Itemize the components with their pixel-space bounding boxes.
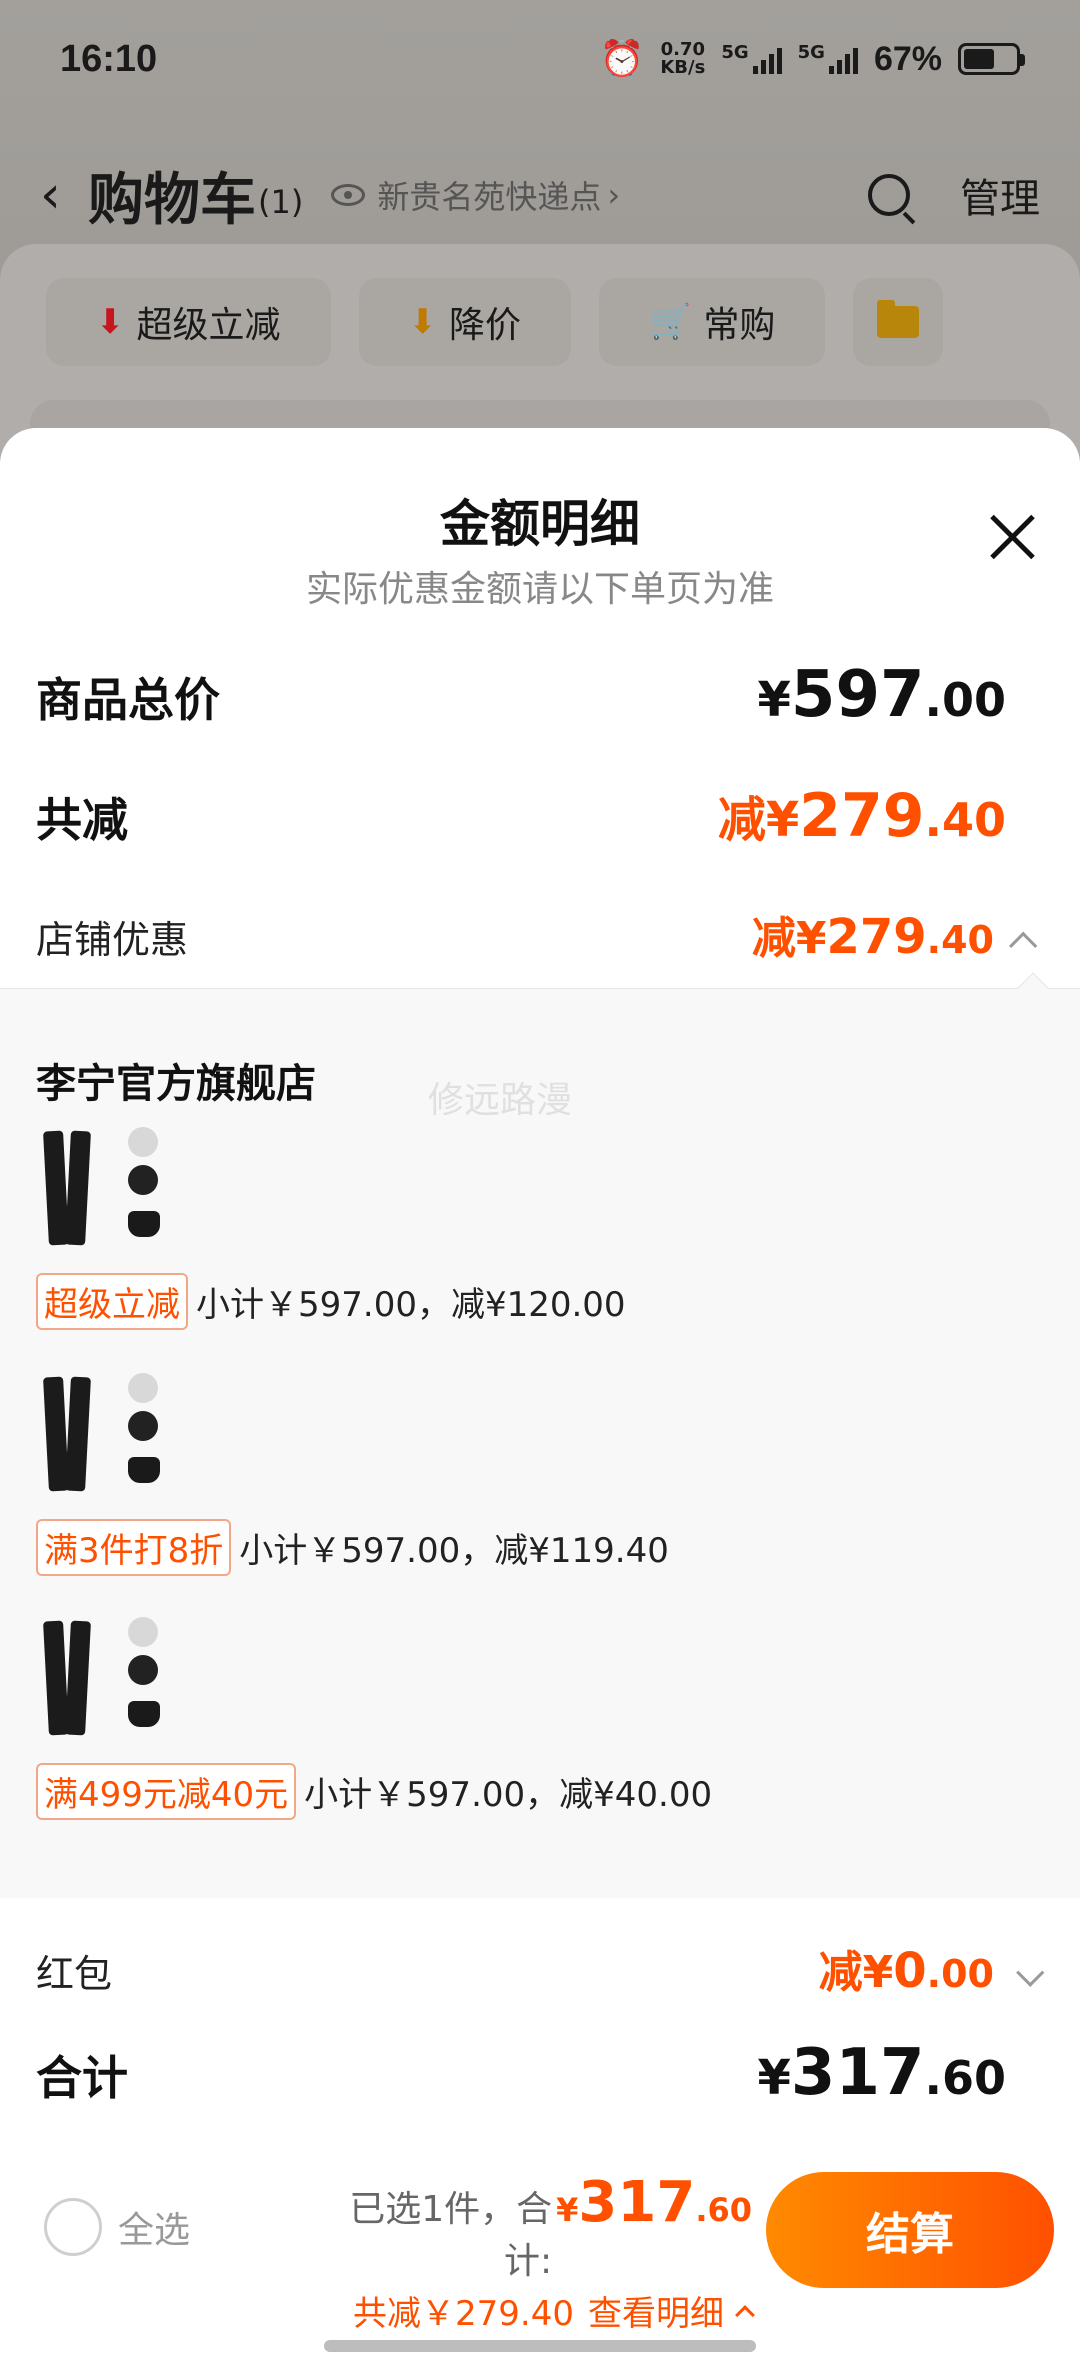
store-discount-value: 减¥279.40 xyxy=(751,909,994,965)
red-packet-label: 红包 xyxy=(36,1952,113,1996)
eye-icon xyxy=(331,184,366,206)
chevron-down-icon xyxy=(1016,1958,1045,1987)
close-icon[interactable] xyxy=(988,512,1036,560)
home-indicator[interactable] xyxy=(324,2340,756,2352)
filter-chip-folder[interactable] xyxy=(853,278,944,366)
total-price-row: 商品总价 ¥597.00 xyxy=(36,658,1044,732)
view-detail-label: 查看明细 xyxy=(588,2294,724,2334)
filter-chip-price-drop[interactable]: ⬇ 降价 xyxy=(358,278,572,366)
promo-line: 满3件打8折 小计￥597.00，减¥119.40 xyxy=(36,1519,1036,1576)
product-thumbnail xyxy=(36,1371,166,1501)
total-price-value: ¥597.00 xyxy=(757,658,1007,732)
discount-item: 超级立减 小计￥597.00，减¥120.00 xyxy=(36,1125,1036,1330)
detail-pointer xyxy=(1017,972,1049,1004)
store-discount-toggle[interactable]: 减¥279.40 xyxy=(752,902,1044,966)
sum-label: 合计 xyxy=(36,2051,128,2105)
product-thumbnail xyxy=(36,1615,166,1745)
status-bar: 16:10 ⏰ 0.70 KB/s 5G 5G 67% xyxy=(0,0,1080,118)
chevron-right-icon: › xyxy=(607,176,621,214)
amount-detail-sheet: 金额明细 实际优惠金额请以下单页为准 商品总价 ¥597.00 共减 减¥279… xyxy=(0,428,1080,2376)
folder-icon xyxy=(877,300,920,338)
status-icons: ⏰ 0.70 KB/s 5G 5G 67% xyxy=(599,38,1025,80)
store-name: 李宁官方旗舰店 xyxy=(36,1061,316,1107)
checkout-summary: 已选1件，合计: ¥317.60 共减￥279.40 查看明细 xyxy=(312,2170,755,2335)
discount-item: 满499元减40元 小计￥597.00，减¥40.00 xyxy=(36,1615,1036,1820)
discount-value: 减¥279.40 xyxy=(717,781,1006,851)
discount-row: 共减 减¥279.40 xyxy=(36,780,1044,851)
select-all-toggle[interactable]: 全选 xyxy=(44,2198,190,2256)
filter-chip-frequent[interactable]: 🛒 常购 xyxy=(599,278,826,366)
promo-detail: 小计￥597.00，减¥120.00 xyxy=(196,1285,626,1325)
promo-tag: 满3件打8折 xyxy=(36,1519,232,1576)
red-packet-toggle[interactable]: 减¥0.00 xyxy=(818,1936,1045,2000)
sheet-title: 金额明细 xyxy=(440,495,640,553)
pants-image xyxy=(46,1131,90,1245)
selected-count-text: 已选1件，合计: xyxy=(349,2189,553,2282)
chevron-up-icon xyxy=(1009,931,1038,960)
sum-value: ¥317.60 xyxy=(757,2036,1007,2110)
promo-tag: 超级立减 xyxy=(36,1273,188,1330)
select-all-label: 全选 xyxy=(118,2210,191,2251)
saved-amount: 共减￥279.40 xyxy=(353,2294,574,2334)
down-arrow-icon: ⬇ xyxy=(408,302,438,342)
search-icon[interactable] xyxy=(868,174,910,216)
status-time: 16:10 xyxy=(60,37,158,80)
promo-detail: 小计￥597.00，减¥40.00 xyxy=(304,1775,713,1815)
filter-chip-super-discount[interactable]: ⬇ 超级立减 xyxy=(46,278,331,366)
promo-line: 满499元减40元 小计￥597.00，减¥40.00 xyxy=(36,1763,1036,1820)
promo-detail: 小计￥597.00，减¥119.40 xyxy=(239,1531,669,1571)
view-detail-link[interactable]: 共减￥279.40 查看明细 xyxy=(312,2286,755,2335)
battery-icon xyxy=(958,43,1025,75)
red-packet-value: 减¥0.00 xyxy=(818,1943,994,1999)
cart-header: ‹ 购物车 (1) 新贵名苑快递点 › 管理 xyxy=(0,150,1080,240)
promo-line: 超级立减 小计￥597.00，减¥120.00 xyxy=(36,1273,1036,1330)
red-packet-row[interactable]: 红包 减¥0.00 xyxy=(36,1936,1045,2000)
discount-label: 共减 xyxy=(36,793,128,847)
sum-row: 合计 ¥317.60 xyxy=(36,2036,1044,2110)
checkout-button[interactable]: 结算 xyxy=(766,2172,1054,2288)
address-label: 新贵名苑快递点 xyxy=(377,178,602,216)
cart-count: (1) xyxy=(258,183,304,221)
sim2-signal-icon: 5G xyxy=(798,44,858,74)
store-discount-detail: 李宁官方旗舰店 修远路漫 超级立减 小计￥597.00，减¥120.00 满3件… xyxy=(0,972,1080,1898)
manage-button[interactable]: 管理 xyxy=(960,166,1040,224)
net-speed: 0.70 KB/s xyxy=(660,39,706,78)
store-discount-label: 店铺优惠 xyxy=(36,918,189,962)
down-arrow-icon: ⬇ xyxy=(96,302,125,342)
cart-icon: 🛒 xyxy=(649,302,692,342)
total-price-label: 商品总价 xyxy=(36,673,220,727)
product-thumbnail xyxy=(36,1125,166,1255)
pants-image xyxy=(46,1377,90,1491)
sim1-signal-icon: 5G xyxy=(721,44,782,74)
alarm-icon: ⏰ xyxy=(599,39,645,80)
checkout-total: ¥317.60 xyxy=(556,2170,752,2235)
store-discount-row[interactable]: 店铺优惠 减¥279.40 xyxy=(36,902,1044,966)
watermark-text: 修远路漫 xyxy=(428,1080,573,1121)
checkout-bar: 全选 已选1件，合计: ¥317.60 共减￥279.40 查看明细 结算 xyxy=(0,2136,1080,2334)
battery-percent: 67% xyxy=(873,39,942,78)
chevron-up-icon xyxy=(735,2304,755,2325)
discount-item: 满3件打8折 小计￥597.00，减¥119.40 xyxy=(36,1371,1036,1576)
selected-total: 已选1件，合计: ¥317.60 xyxy=(312,2170,752,2284)
filter-chips: ⬇ 超级立减 ⬇ 降价 🛒 常购 xyxy=(46,278,944,366)
sheet-subtitle: 实际优惠金额请以下单页为准 xyxy=(305,569,774,610)
select-all-radio[interactable] xyxy=(44,2198,102,2256)
address-selector[interactable]: 新贵名苑快递点 › xyxy=(331,172,620,218)
promo-tag: 满499元减40元 xyxy=(36,1763,297,1820)
back-icon[interactable]: ‹ xyxy=(40,165,80,225)
pants-image xyxy=(46,1621,90,1735)
page-title: 购物车 xyxy=(88,167,256,233)
